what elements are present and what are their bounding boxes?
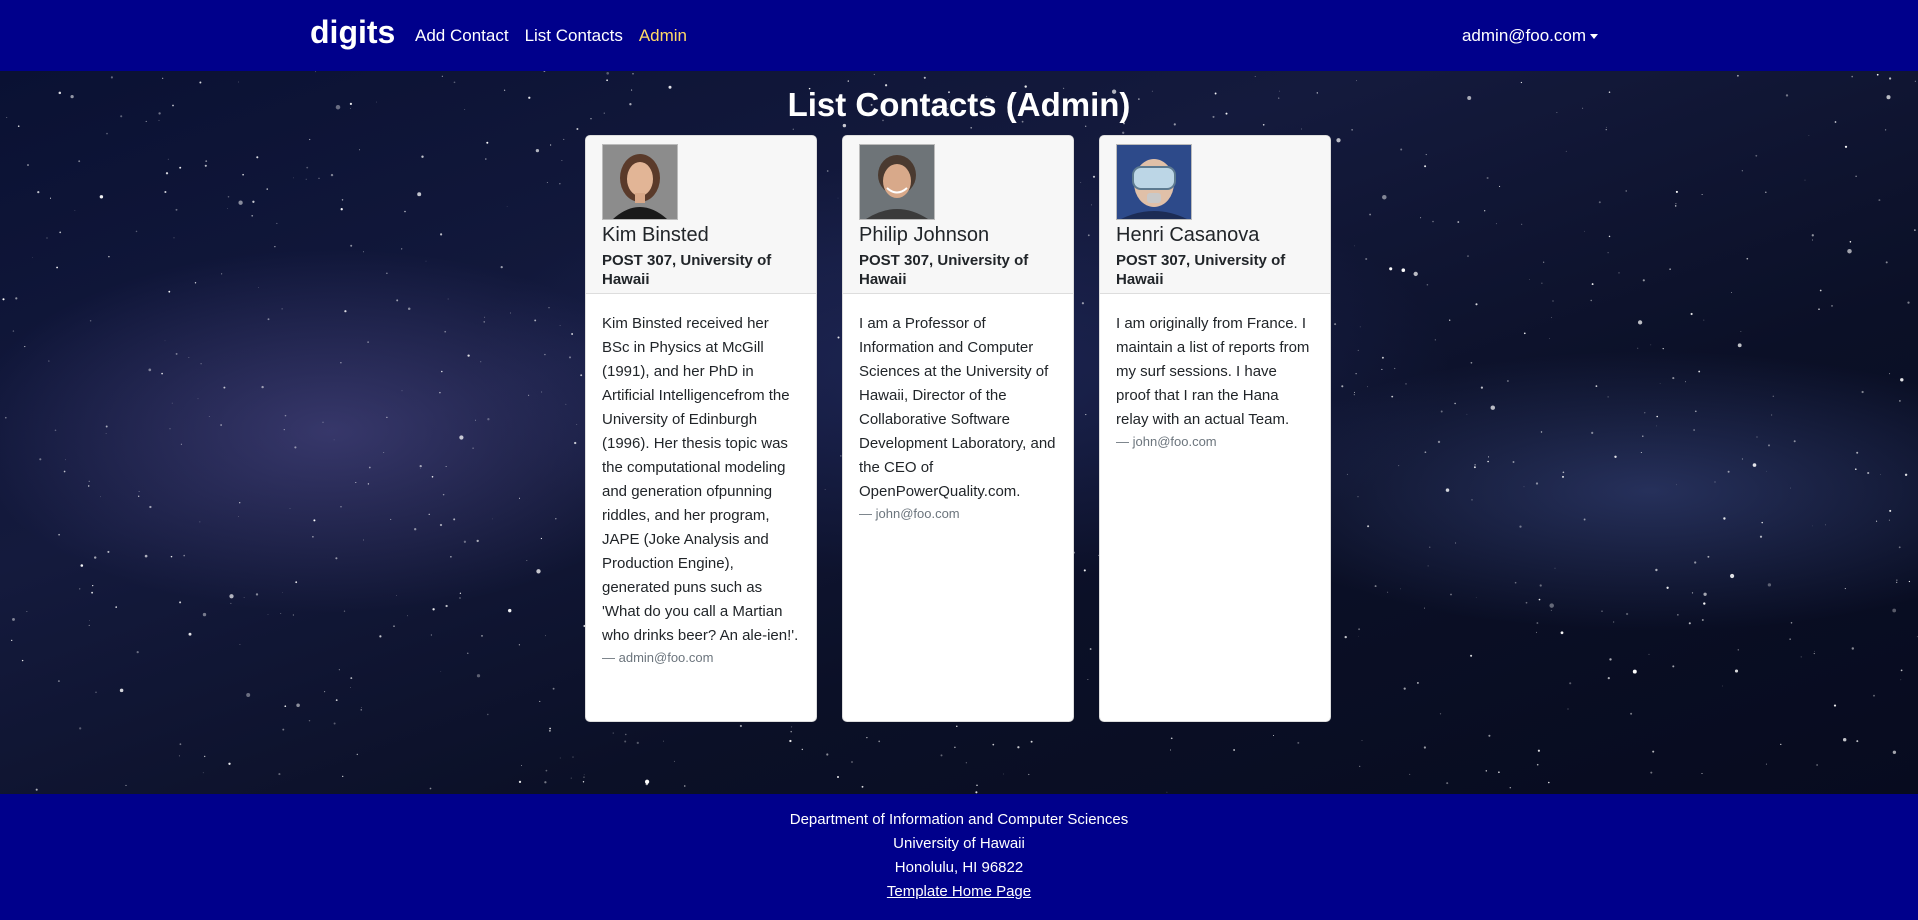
contact-address: POST 307, University of Hawaii — [602, 252, 772, 288]
footer-university: University of Hawaii — [893, 835, 1025, 852]
contact-card: Kim Binsted POST 307, University of Hawa… — [585, 135, 817, 722]
top-navbar: digits Add Contact List Contacts Admin a… — [0, 0, 1918, 71]
contact-card: Philip Johnson POST 307, University of H… — [842, 135, 1074, 722]
card-header: Henri Casanova POST 307, University of H… — [1100, 136, 1330, 294]
nav-links: Add Contact List Contacts Admin — [415, 26, 687, 46]
nav-admin[interactable]: Admin — [639, 26, 687, 46]
card-body: Kim Binsted received her BSc in Physics … — [586, 294, 816, 683]
user-email: admin@foo.com — [1461, 26, 1586, 45]
contact-name: Kim Binsted — [602, 224, 709, 246]
page-title: List Contacts (Admin) — [787, 86, 1131, 123]
brand-link[interactable]: digits — [310, 14, 395, 51]
nav-add-contact[interactable]: Add Contact — [415, 26, 509, 46]
nav-list-contacts[interactable]: List Contacts — [525, 26, 623, 46]
avatar — [602, 144, 678, 220]
contact-card: Henri Casanova POST 307, University of H… — [1099, 135, 1331, 722]
caret-down-icon — [1590, 33, 1598, 39]
card-body: I am originally from France. I maintain … — [1100, 294, 1330, 467]
avatar — [1116, 144, 1192, 220]
footer: Department of Information and Computer S… — [0, 794, 1918, 920]
contact-description: Kim Binsted received her BSc in Physics … — [602, 315, 799, 644]
card-body: I am a Professor of Information and Comp… — [843, 294, 1073, 539]
contact-name: Philip Johnson — [859, 224, 990, 246]
contact-description: I am a Professor of Information and Comp… — [859, 315, 1056, 500]
card-header: Kim Binsted POST 307, University of Hawa… — [586, 136, 816, 294]
contact-address: POST 307, University of Hawaii — [859, 252, 1029, 288]
avatar — [859, 144, 935, 220]
contact-description: I am originally from France. I maintain … — [1116, 315, 1310, 428]
footer-department: Department of Information and Computer S… — [789, 811, 1129, 828]
footer-address: Honolulu, HI 96822 — [894, 859, 1024, 876]
contact-owner: — admin@foo.com — [602, 650, 714, 665]
contact-owner: — john@foo.com — [1116, 434, 1217, 449]
contact-address: POST 307, University of Hawaii — [1116, 252, 1286, 288]
contact-name: Henri Casanova — [1116, 224, 1260, 246]
card-header: Philip Johnson POST 307, University of H… — [843, 136, 1073, 294]
contact-owner: — john@foo.com — [859, 506, 960, 521]
template-home-link[interactable]: Template Home Page — [887, 883, 1031, 900]
user-dropdown[interactable]: admin@foo.com — [1462, 26, 1598, 46]
